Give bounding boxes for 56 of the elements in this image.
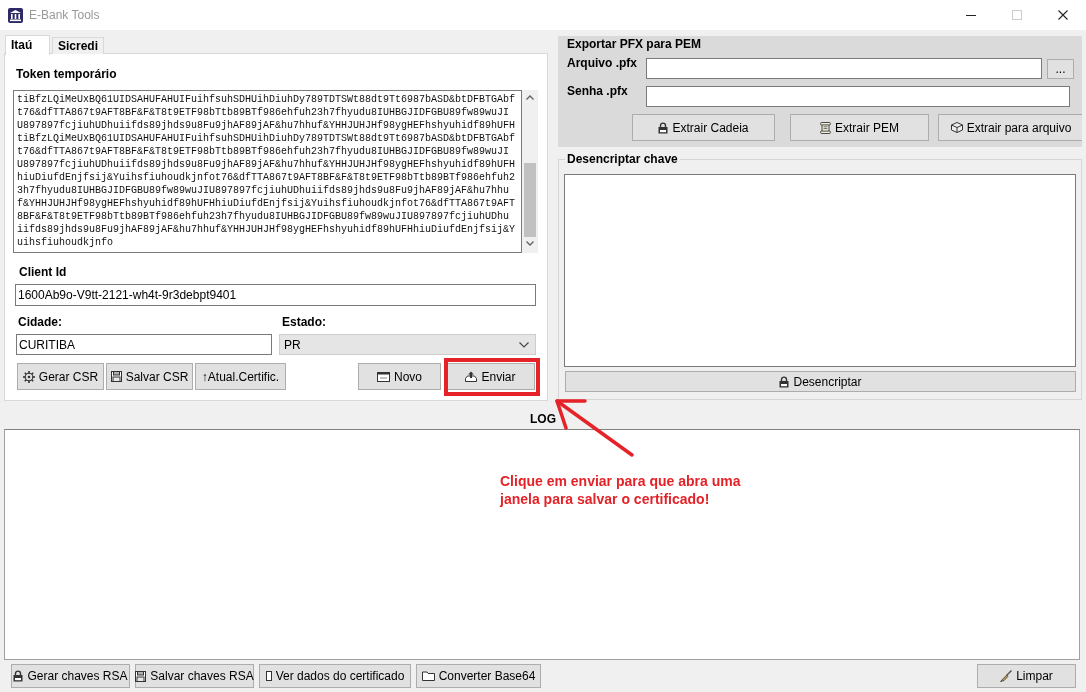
folder-icon <box>421 671 435 681</box>
extract-file-button[interactable]: Extrair para arquivo <box>938 114 1082 141</box>
bank-icon <box>8 7 23 23</box>
minimize-icon <box>966 14 976 16</box>
token-field[interactable]: tiBfzLQiMeUxBQ61UIDSAHUFAHUIFuihfsuhSDHUihDiuhDy789TDTSWt88dt9Tt6987bASD&btDFBTGAbf t76&dfTTA867t9AFT8BF&F&T8t9ETF98bTtb89BTf986ehfuh23h7fhyudu8IUHBGJIDFGBU89fw89wuJI U897897fcjiuhUDhuiifds89jhds9u8Fu9jhAF89jAF&hu7hhuf&YHHJUHJHf98ygHEFhshyuhidf89hUFH tiBfzLQiMeUxBQ61UIDSAHUFAHUIFuihfsuhSDHUihDiuhDy789TDTSWt88dt9Tt6987bASD&btDFBTGAbf t76&dfTTA867t9AFT8BF&F&T8t9ETF98bTtb89BTf986ehfuh23h7fhyudu8IUHBGJIDFGBU89fw89wuJI U897897fcjiuhUDhuiifds89jhds9u8Fu9jhAF89jAF&hu7hhuf&YHHJUHJHf98ygHEFhshyuhidf89hUFH hiuDiufdEnjfsij&Yuihsfiuhoudkjnfot76&dfTTA867t9AFT8BF&F&T8t9ETF98bTtb89BTf986ehfuh2 3h7fhyudu8IUHBGJIDFGBU89fw89wuJIU897897fcjiuhUDhuiifds89jhds9u8Fu9jhAF89jAF&hu7hhu f&YHHJUHJHf98ygHEFhshyuhidf89hUFHhiuDiufdEnjfsij&Yuihsfiuhoudkjnfot76&dfTTA867t9AFT 8BF&F&T8t9ETF98bTtb89BTf986ehfuh23h7fhyudu8IUHBGJIDFGBU89fw89wuJIU897897fcjiuhUDhu iifds89jhds9u8Fu9jhAF89jAF&hu7hhuf&YHHJUHJHf98ygHEFhshyuhidf89hUFHhiuDiufdEnjfsij&Y uihsfiuhoudkjnfo <box>13 90 522 253</box>
field-label: Cidade: <box>18 315 63 329</box>
field-label: Estado: <box>282 315 327 329</box>
convert-button[interactable]: Converter Base64 <box>416 664 541 688</box>
extract-chain-button[interactable]: Extrair Cadeia <box>632 114 775 141</box>
generate-keys-button[interactable]: Gerar chaves RSA <box>11 664 130 688</box>
decrypt-field[interactable] <box>564 174 1076 367</box>
state-dropdown[interactable]: PR <box>279 334 536 355</box>
decrypt-button[interactable]: Desencriptar <box>565 371 1076 392</box>
scroll-icon <box>820 121 831 134</box>
group-title: Exportar PFX para PEM <box>567 37 703 51</box>
update-certificate-button[interactable]: ↑Atual.Certific. <box>195 363 286 390</box>
padlock-icon <box>658 121 669 134</box>
save-keys-button[interactable]: Salvar chaves RSA <box>135 664 254 688</box>
maximize-icon <box>1012 10 1022 20</box>
tab[interactable]: Itaú <box>5 35 50 55</box>
window-title: E-Bank Tools <box>29 8 100 22</box>
gear-icon <box>22 370 35 383</box>
padlock-icon <box>13 670 24 682</box>
generate-csr-button[interactable]: Gerar CSR <box>17 363 104 390</box>
upload-tray-icon <box>465 371 478 382</box>
client-id-field[interactable]: 1600Ab9o-V9tt-2121-wh4t-9r3debpt9401 <box>15 284 536 306</box>
field-label: Senha .pfx <box>567 84 629 98</box>
chevron-down-icon <box>519 341 529 348</box>
field-label: Client Id <box>19 265 68 279</box>
file-path-field[interactable] <box>646 58 1042 79</box>
brush-icon <box>1000 670 1013 682</box>
new-button[interactable]: Novo <box>358 363 441 390</box>
chevron-up-icon <box>526 95 534 100</box>
browse-button[interactable]: ... <box>1047 59 1074 79</box>
group-title: Desencriptar chave <box>566 152 679 166</box>
send-button[interactable]: Enviar <box>446 363 535 390</box>
save-csr-button[interactable]: Salvar CSR <box>106 363 193 390</box>
box-icon <box>950 122 963 133</box>
window-icon <box>377 371 390 382</box>
extract-pem-button[interactable]: Extrair PEM <box>790 114 929 141</box>
city-field[interactable]: CURITIBA <box>16 334 272 355</box>
field-label: Token temporário <box>16 67 118 81</box>
annotation-text: Clique em enviar para que abra uma janela para salvar o certificado! <box>500 472 742 508</box>
padlock-icon <box>779 375 790 388</box>
field-label: Arquivo .pfx <box>567 56 638 70</box>
log-field[interactable] <box>4 429 1080 660</box>
close-icon <box>1058 10 1068 20</box>
chevron-down-icon <box>526 241 534 246</box>
certificate-data-button[interactable]: Ver dados do certificado <box>259 664 411 688</box>
scrollbar-thumb[interactable] <box>524 163 536 237</box>
password-field[interactable] <box>646 86 1070 107</box>
document-icon <box>265 671 272 681</box>
log-title: LOG <box>530 412 556 426</box>
tab[interactable]: Sicredi <box>52 37 105 54</box>
clear-button[interactable]: Limpar <box>977 664 1076 688</box>
scrollbar[interactable] <box>522 90 538 253</box>
